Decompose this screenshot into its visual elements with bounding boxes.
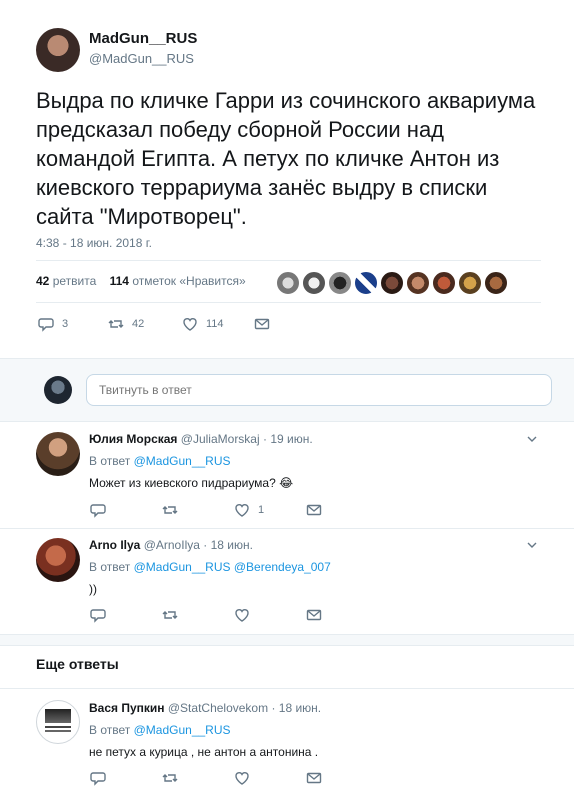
reply-icon: [90, 609, 106, 623]
reply-button[interactable]: 3: [38, 316, 68, 332]
reply-avatar[interactable]: [36, 538, 80, 582]
more-replies-title: Еще ответы: [36, 656, 119, 672]
envelope-icon: [306, 609, 322, 621]
retweet-icon: [108, 320, 124, 328]
reply-to-label: В ответ: [89, 560, 131, 574]
dm-button[interactable]: [254, 316, 270, 332]
like-count: 1: [258, 504, 265, 516]
divider: [36, 260, 541, 261]
reply-header: Arno Ilya @ArnoIlya · 18 июн.: [89, 538, 253, 552]
like-button[interactable]: 114: [182, 316, 224, 332]
likes-label[interactable]: отметок «Нравится»: [132, 274, 245, 288]
envelope-icon: [306, 504, 322, 516]
retweet-button[interactable]: [162, 502, 178, 518]
reply-to-mention[interactable]: @MadGun__RUS: [134, 723, 231, 737]
heart-icon: [235, 772, 249, 785]
reply-to-mention[interactable]: @MadGun__RUS: [134, 560, 231, 574]
reply-author-name[interactable]: Вася Пупкин: [89, 701, 165, 715]
reply-avatar[interactable]: [36, 700, 80, 744]
like-count: 114: [206, 318, 224, 330]
author-handle[interactable]: @MadGun__RUS: [89, 51, 194, 66]
reply-to-mention[interactable]: @Berendeya_007: [234, 560, 331, 574]
reply-text: )): [89, 582, 97, 596]
retweet-count: 42: [132, 318, 145, 330]
reply-to-label: В ответ: [89, 454, 131, 468]
laughing-emoji-icon: 😂: [279, 476, 294, 490]
like-button[interactable]: 1: [234, 502, 264, 518]
divider: [0, 688, 574, 689]
retweet-icon: [162, 611, 178, 619]
envelope-icon: [306, 772, 322, 784]
reply-icon: [90, 772, 106, 786]
current-user-avatar[interactable]: [44, 376, 72, 404]
retweets-label[interactable]: ретвита: [53, 274, 97, 288]
reply-date[interactable]: · 18 июн.: [271, 701, 321, 715]
reply-author-name[interactable]: Юлия Морская: [89, 432, 177, 446]
like-button[interactable]: [234, 607, 250, 623]
dm-button[interactable]: [306, 502, 322, 518]
dm-button[interactable]: [306, 607, 322, 623]
liker-avatar[interactable]: [458, 271, 482, 295]
reply-date[interactable]: · 18 июн.: [203, 538, 253, 552]
reply-button[interactable]: [90, 770, 106, 786]
liker-avatar[interactable]: [328, 271, 352, 295]
tweet-stats: 42 ретвита 114 отметок «Нравится»: [36, 274, 246, 288]
reply-header: Юлия Морская @JuliaMorskaj · 19 июн.: [89, 432, 313, 446]
chevron-down-icon[interactable]: [526, 432, 538, 444]
reply-avatar[interactable]: [36, 432, 80, 476]
divider: [0, 528, 574, 529]
liker-avatar[interactable]: [432, 271, 456, 295]
divider: [36, 302, 541, 303]
liker-avatar[interactable]: [484, 271, 508, 295]
like-button[interactable]: [234, 770, 250, 786]
envelope-icon: [254, 318, 270, 330]
liker-avatar[interactable]: [406, 271, 430, 295]
reply-author-handle[interactable]: @ArnoIlya: [144, 538, 200, 552]
retweet-button[interactable]: [162, 770, 178, 786]
reply-text: Может из киевского пидрариума? 😂: [89, 476, 293, 490]
reply-header: Вася Пупкин @StatChelovekom · 18 июн.: [89, 701, 321, 715]
reply-context: В ответ @MadGun__RUS: [89, 723, 231, 737]
reply-text: не петух а курица , не антон а антонина …: [89, 745, 319, 759]
reply-author-handle[interactable]: @JuliaMorskaj: [181, 432, 260, 446]
chevron-down-icon[interactable]: [526, 538, 538, 550]
reply-author-handle[interactable]: @StatChelovekom: [168, 701, 268, 715]
reply-context: В ответ @MadGun__RUS: [89, 454, 231, 468]
heart-icon: [235, 609, 249, 622]
dm-button[interactable]: [306, 770, 322, 786]
heart-icon: [183, 318, 197, 331]
reply-text-body: Может из киевского пидрариума?: [89, 476, 276, 490]
reply-count: 3: [62, 318, 69, 330]
reply-to-label: В ответ: [89, 723, 131, 737]
retweets-count[interactable]: 42: [36, 274, 49, 288]
retweet-button[interactable]: 42: [108, 316, 144, 332]
reply-author-name[interactable]: Arno Ilya: [89, 538, 140, 552]
reply-context: В ответ @MadGun__RUS @Berendeya_007: [89, 560, 331, 574]
author-avatar[interactable]: [36, 28, 80, 72]
section-separator: [0, 634, 574, 646]
tweet-timestamp[interactable]: 4:38 - 18 июн. 2018 г.: [36, 236, 152, 250]
reply-to-mention[interactable]: @MadGun__RUS: [134, 454, 231, 468]
reply-button[interactable]: [90, 502, 106, 518]
retweet-icon: [162, 506, 178, 514]
reply-icon: [90, 504, 106, 518]
retweet-button[interactable]: [162, 607, 178, 623]
reply-icon: [38, 318, 54, 332]
reply-button[interactable]: [90, 607, 106, 623]
reply-input[interactable]: [86, 374, 552, 406]
author-name[interactable]: MadGun__RUS: [89, 30, 197, 47]
reply-date[interactable]: · 19 июн.: [263, 432, 313, 446]
retweet-icon: [162, 774, 178, 782]
tweet-text: Выдра по кличке Гарри из сочинского аква…: [36, 88, 536, 229]
likes-count[interactable]: 114: [110, 274, 129, 288]
liker-avatar[interactable]: [276, 271, 300, 295]
liker-avatar[interactable]: [354, 271, 378, 295]
heart-icon: [235, 504, 249, 517]
liker-avatar[interactable]: [380, 271, 404, 295]
liker-avatar[interactable]: [302, 271, 326, 295]
